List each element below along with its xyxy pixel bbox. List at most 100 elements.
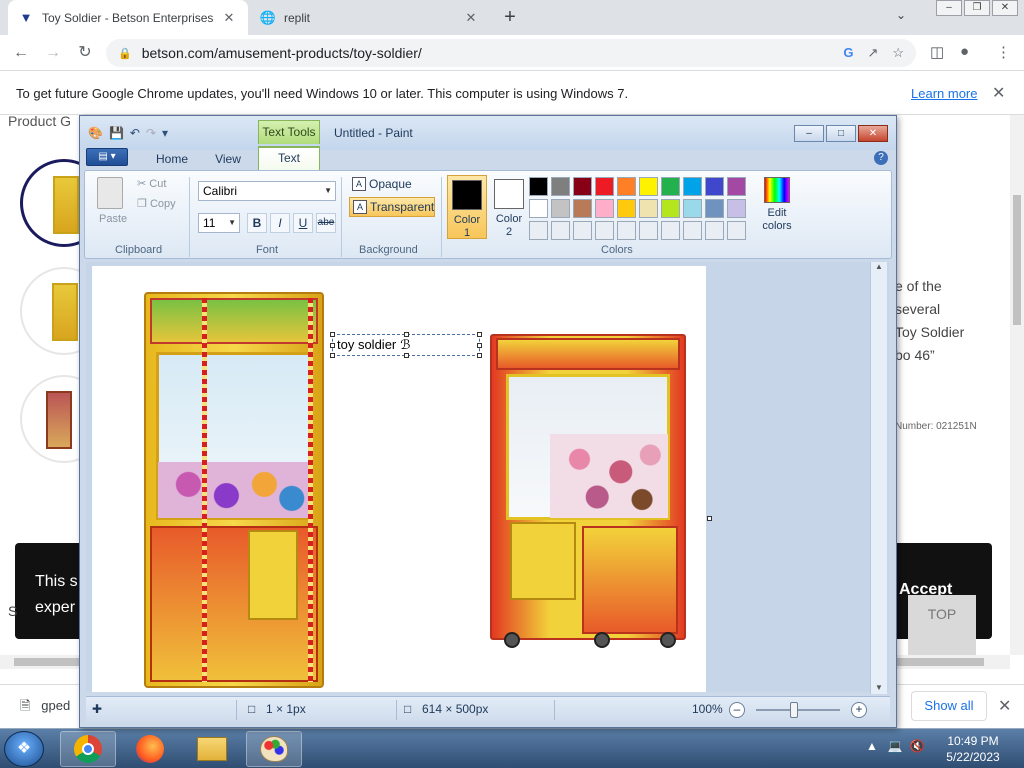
bookmark-star-icon[interactable]: ☆ bbox=[892, 45, 904, 61]
taskbar-explorer[interactable] bbox=[184, 731, 240, 767]
page-vertical-scrollbar[interactable] bbox=[1010, 115, 1024, 655]
close-icon[interactable]: ✕ bbox=[992, 0, 1018, 16]
palette-color-swatch[interactable] bbox=[573, 199, 592, 218]
color2-button[interactable]: Color 2 bbox=[489, 175, 529, 239]
forward-arrow-icon[interactable]: → bbox=[42, 42, 64, 64]
tab-replit[interactable]: 🌐 replit ✕ bbox=[250, 0, 490, 35]
palette-color-swatch[interactable] bbox=[551, 199, 570, 218]
customize-dropdown-icon[interactable]: ▾ bbox=[162, 126, 168, 140]
color1-button[interactable]: Color 1 bbox=[447, 175, 487, 239]
paint-menu-button[interactable]: ▤ ▾ bbox=[86, 148, 128, 166]
reload-icon[interactable]: ↻ bbox=[74, 42, 96, 64]
palette-custom-slot[interactable] bbox=[551, 221, 570, 240]
close-icon[interactable]: ✕ bbox=[858, 125, 888, 142]
palette-custom-slot[interactable] bbox=[727, 221, 746, 240]
side-panel-icon[interactable]: ◫ bbox=[930, 43, 944, 61]
palette-color-swatch[interactable] bbox=[595, 199, 614, 218]
zoom-slider-thumb[interactable] bbox=[790, 702, 798, 718]
palette-color-swatch[interactable] bbox=[683, 177, 702, 196]
palette-color-swatch[interactable] bbox=[705, 199, 724, 218]
new-tab-button[interactable]: + bbox=[498, 6, 522, 30]
transparent-button[interactable]: A Transparent bbox=[349, 197, 435, 217]
tab-search-chevron-icon[interactable]: ⌄ bbox=[896, 8, 906, 22]
palette-custom-slot[interactable] bbox=[683, 221, 702, 240]
minimize-icon[interactable]: – bbox=[936, 0, 962, 16]
taskbar-clock[interactable]: 10:49 PM 5/22/2023 bbox=[938, 733, 1008, 765]
paste-button[interactable]: Paste bbox=[99, 213, 127, 225]
opaque-button[interactable]: A Opaque bbox=[349, 175, 435, 195]
edit-colors-button[interactable]: Edit colors bbox=[757, 175, 797, 233]
taskbar-firefox[interactable] bbox=[122, 731, 178, 767]
tab-toy-soldier[interactable]: ▼ Toy Soldier - Betson Enterprises ✕ bbox=[8, 0, 248, 35]
start-button-windows-icon[interactable]: ❖ bbox=[4, 731, 44, 767]
palette-color-swatch[interactable] bbox=[617, 177, 636, 196]
palette-color-swatch[interactable] bbox=[529, 199, 548, 218]
palette-custom-slot[interactable] bbox=[595, 221, 614, 240]
redo-icon[interactable]: ↷ bbox=[146, 126, 156, 140]
palette-color-swatch[interactable] bbox=[727, 199, 746, 218]
learn-more-link[interactable]: Learn more bbox=[911, 86, 977, 101]
palette-custom-slot[interactable] bbox=[573, 221, 592, 240]
cut-button[interactable]: ✂ Cut bbox=[137, 177, 166, 190]
back-to-top-button[interactable]: TOP bbox=[908, 595, 976, 655]
restore-icon[interactable]: ❐ bbox=[964, 0, 990, 16]
network-icon[interactable]: 💻 bbox=[888, 739, 903, 753]
save-icon[interactable]: 💾 bbox=[109, 126, 124, 140]
palette-color-swatch[interactable] bbox=[617, 199, 636, 218]
palette-color-swatch[interactable] bbox=[573, 177, 592, 196]
zoom-out-button[interactable]: – bbox=[729, 702, 745, 718]
text-box[interactable]: toy soldier ℬ bbox=[330, 332, 482, 358]
font-size-select[interactable]: 11 ▼ bbox=[198, 213, 240, 233]
canvas-resize-handle[interactable] bbox=[707, 516, 712, 521]
palette-color-swatch[interactable] bbox=[661, 177, 680, 196]
canvas-vertical-scrollbar[interactable]: ▲ ▼ bbox=[870, 262, 887, 694]
close-icon[interactable]: ✕ bbox=[998, 696, 1011, 716]
download-item[interactable]: 🗎 gped bbox=[20, 697, 70, 719]
palette-color-swatch[interactable] bbox=[683, 199, 702, 218]
palette-color-swatch[interactable] bbox=[639, 199, 658, 218]
palette-color-swatch[interactable] bbox=[661, 199, 680, 218]
show-hidden-icons-icon[interactable]: ▲ bbox=[866, 739, 878, 753]
palette-color-swatch[interactable] bbox=[727, 177, 746, 196]
palette-custom-slot[interactable] bbox=[661, 221, 680, 240]
drawing-canvas[interactable]: toy soldier ℬ bbox=[92, 266, 712, 692]
palette-color-swatch[interactable] bbox=[529, 177, 548, 196]
undo-icon[interactable]: ↶ bbox=[130, 126, 140, 140]
italic-button[interactable]: I bbox=[270, 213, 290, 233]
profile-avatar-icon[interactable]: ● bbox=[960, 43, 969, 60]
palette-custom-slot[interactable] bbox=[639, 221, 658, 240]
palette-custom-slot[interactable] bbox=[529, 221, 548, 240]
palette-color-swatch[interactable] bbox=[551, 177, 570, 196]
volume-muted-icon[interactable]: 🔇 bbox=[910, 739, 925, 753]
maximize-icon[interactable]: □ bbox=[826, 125, 856, 142]
taskbar-chrome[interactable] bbox=[60, 731, 116, 767]
strikethrough-button[interactable]: abe bbox=[316, 213, 336, 233]
palette-custom-slot[interactable] bbox=[705, 221, 724, 240]
bold-button[interactable]: B bbox=[247, 213, 267, 233]
copy-button[interactable]: ❐ Copy bbox=[137, 197, 176, 210]
taskbar-paint[interactable] bbox=[246, 731, 302, 767]
palette-color-swatch[interactable] bbox=[705, 177, 724, 196]
zoom-in-button[interactable]: + bbox=[851, 702, 867, 718]
help-icon[interactable]: ? bbox=[874, 151, 888, 165]
close-tab-icon[interactable]: ✕ bbox=[462, 10, 480, 26]
share-icon[interactable]: ↗ bbox=[867, 45, 878, 61]
zoom-slider-track[interactable] bbox=[756, 709, 840, 711]
show-all-button[interactable]: Show all bbox=[911, 691, 987, 721]
font-family-select[interactable]: Calibri ▼ bbox=[198, 181, 336, 201]
palette-color-swatch[interactable] bbox=[639, 177, 658, 196]
tab-view[interactable]: View bbox=[200, 149, 256, 169]
tab-text[interactable]: Text bbox=[258, 146, 320, 170]
underline-button[interactable]: U bbox=[293, 213, 313, 233]
palette-custom-slot[interactable] bbox=[617, 221, 636, 240]
paste-clipboard-icon[interactable] bbox=[97, 177, 123, 209]
minimize-icon[interactable]: – bbox=[794, 125, 824, 142]
address-bar[interactable]: 🔒 betson.com/amusement-products/toy-sold… bbox=[106, 39, 916, 67]
close-icon[interactable]: ✕ bbox=[992, 83, 1005, 103]
menu-kebab-icon[interactable]: ⋮ bbox=[996, 43, 1011, 61]
tab-home[interactable]: Home bbox=[144, 149, 200, 169]
palette-color-swatch[interactable] bbox=[595, 177, 614, 196]
close-tab-icon[interactable]: ✕ bbox=[220, 10, 238, 26]
back-arrow-icon[interactable]: ← bbox=[10, 42, 32, 64]
google-lens-icon[interactable]: G bbox=[843, 45, 853, 61]
